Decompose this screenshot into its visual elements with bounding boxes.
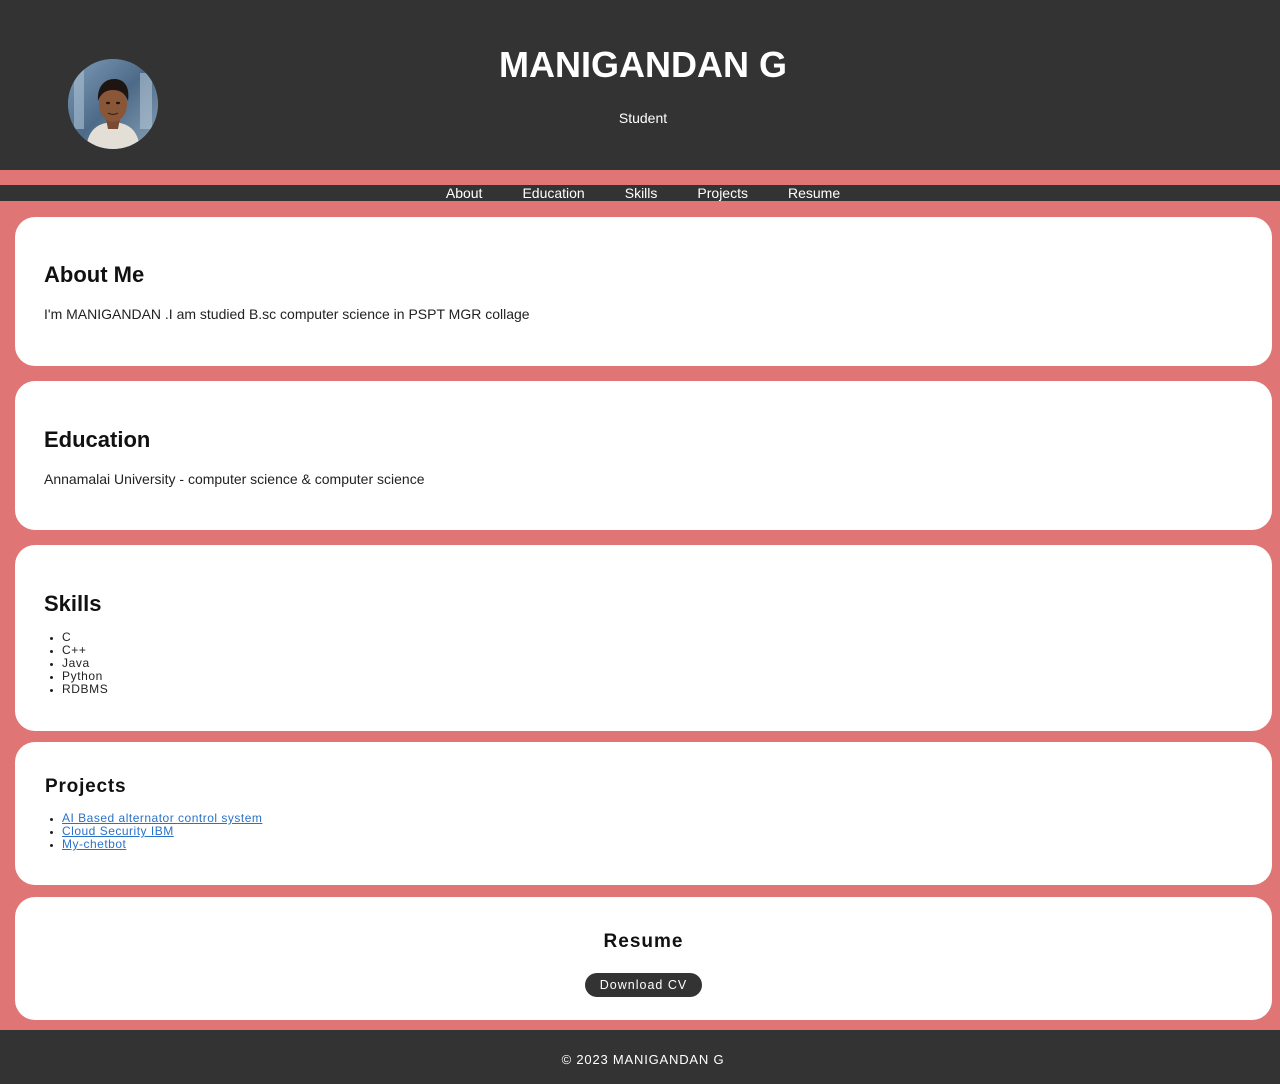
nav-link-projects[interactable]: Projects [697, 185, 748, 201]
site-name: MANIGANDAN G [499, 44, 787, 85]
site-footer: © 2023 MANIGANDAN G [0, 1030, 1280, 1084]
site-header: MANIGANDAN G Student [0, 0, 1280, 170]
about-text: I'm MANIGANDAN .I am studied B.sc comput… [44, 306, 530, 322]
copyright-text: © 2023 MANIGANDAN G [561, 1052, 725, 1067]
resume-section: Resume Download CV [15, 897, 1272, 1020]
about-section: About Me I'm MANIGANDAN .I am studied B.… [15, 217, 1272, 366]
main-nav: About Education Skills Projects Resume [0, 185, 1280, 201]
skill-item: RDBMS [62, 683, 108, 696]
project-link[interactable]: My-chetbot [62, 837, 126, 851]
nav-link-skills[interactable]: Skills [625, 185, 658, 201]
skills-list: C C++ Java Python RDBMS [44, 631, 108, 696]
skills-section: Skills C C++ Java Python RDBMS [15, 545, 1272, 731]
nav-link-resume[interactable]: Resume [788, 185, 840, 201]
nav-link-education[interactable]: Education [522, 185, 584, 201]
education-section: Education Annamalai University - compute… [15, 381, 1272, 530]
projects-heading: Projects [45, 776, 127, 797]
education-text: Annamalai University - computer science … [44, 471, 425, 487]
site-subtitle: Student [618, 110, 668, 126]
about-heading: About Me [44, 262, 145, 287]
education-heading: Education [44, 427, 151, 452]
skills-heading: Skills [44, 591, 102, 616]
project-link[interactable]: Cloud Security IBM [62, 824, 174, 838]
resume-heading: Resume [603, 931, 684, 952]
download-cv-button[interactable]: Download CV [585, 973, 702, 997]
projects-section: Projects AI Based alternator control sys… [15, 742, 1272, 885]
projects-list: AI Based alternator control system Cloud… [44, 812, 262, 851]
project-item: My-chetbot [62, 838, 262, 851]
project-link[interactable]: AI Based alternator control system [62, 811, 262, 825]
nav-link-about[interactable]: About [446, 185, 483, 201]
